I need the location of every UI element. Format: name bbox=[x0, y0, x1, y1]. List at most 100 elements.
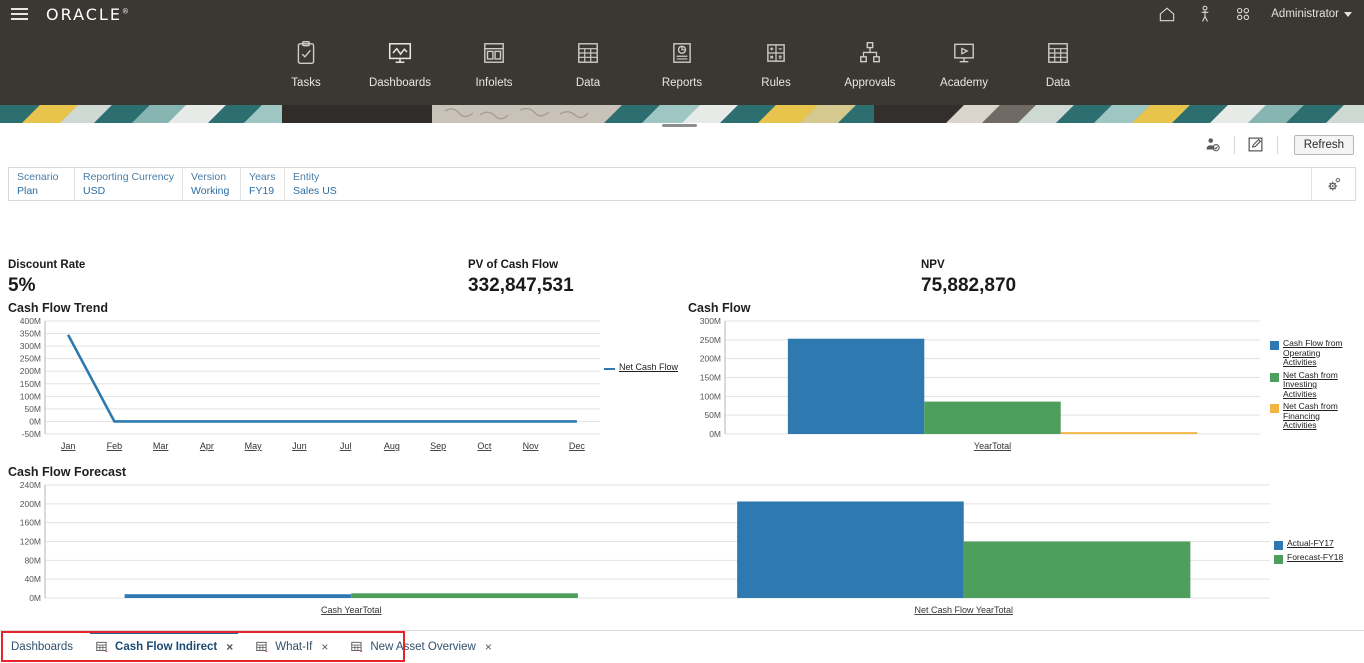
legend-label: Cash Flow from Operating Activities bbox=[1283, 338, 1343, 367]
user-settings-icon[interactable] bbox=[1200, 135, 1226, 155]
nav-item-infolets[interactable]: Infolets bbox=[447, 40, 541, 89]
banner-pattern bbox=[0, 105, 1364, 123]
legend-label: Forecast-FY18 bbox=[1287, 552, 1344, 562]
apps-grid-icon[interactable] bbox=[1233, 4, 1253, 24]
svg-text:50M: 50M bbox=[704, 410, 721, 420]
grid-table-icon bbox=[578, 43, 598, 63]
svg-text:300M: 300M bbox=[700, 316, 721, 326]
svg-text:120M: 120M bbox=[20, 537, 41, 547]
chart-plot-area: 300M 250M 200M 150M 100M 50M 0M YearTotal bbox=[688, 315, 1356, 460]
svg-text:Jul: Jul bbox=[340, 441, 352, 451]
report-document-icon bbox=[673, 43, 691, 63]
legend-item[interactable]: Net Cash from Investing Activities bbox=[1270, 369, 1345, 400]
nav-item-data-2[interactable]: Data bbox=[1011, 40, 1105, 89]
pov-member-value: Working bbox=[191, 184, 230, 197]
bottom-tab-bar: Dashboards Cash Flow Indirect × What-If … bbox=[0, 630, 1364, 663]
nav-item-reports[interactable]: Reports bbox=[635, 40, 729, 89]
svg-text:Jun: Jun bbox=[292, 441, 307, 451]
nav-item-data[interactable]: Data bbox=[541, 40, 635, 89]
cash-flow-forecast-svg: 240M 200M 160M 120M 80M 40M 0M Cash YearTotal Ne… bbox=[20, 480, 1270, 615]
nav-item-dashboards[interactable]: Dashboards bbox=[353, 40, 447, 89]
pov-member-value: Plan bbox=[17, 184, 39, 197]
clipboard-check-icon bbox=[297, 41, 315, 64]
tab-close-icon[interactable]: × bbox=[485, 640, 492, 654]
chart-plot-area: 240M 200M 160M 120M 80M 40M 0M Cash YearTotal Ne… bbox=[8, 479, 1356, 624]
legend-item[interactable]: Actual-FY17 bbox=[1274, 538, 1343, 550]
chart-cash-flow-forecast: Cash Flow Forecast 240M 200M 160M 120M 80M 40… bbox=[8, 465, 1356, 625]
home-icon[interactable] bbox=[1157, 4, 1177, 24]
refresh-button[interactable]: Refresh bbox=[1293, 134, 1354, 155]
tab-label: Cash Flow Indirect bbox=[115, 641, 218, 653]
hamburger-menu-icon[interactable] bbox=[0, 0, 38, 28]
legend-line-swatch bbox=[604, 368, 615, 370]
grid-form-icon bbox=[96, 641, 108, 652]
svg-text:Cash YearTotal: Cash YearTotal bbox=[321, 605, 382, 615]
panel-drag-handle[interactable] bbox=[662, 124, 697, 127]
pov-member-reporting-currency[interactable]: Reporting Currency USD bbox=[75, 168, 184, 200]
svg-text:250M: 250M bbox=[700, 335, 721, 345]
tab-close-icon[interactable]: × bbox=[321, 640, 328, 654]
tab-label: Dashboards bbox=[11, 641, 74, 653]
top-bar: ORACLE® Administrator bbox=[0, 0, 1364, 28]
cash-flow-trend-svg: 400M 350M 300M 250M 200M 150M 100M 50M 0M -50M Jan… bbox=[20, 316, 600, 451]
decorative-banner bbox=[0, 105, 1364, 123]
legend-label: Net Cash Flow bbox=[619, 362, 679, 372]
nav-item-approvals[interactable]: Approvals bbox=[823, 40, 917, 89]
grid-form-icon bbox=[256, 641, 269, 652]
main-navigation: Tasks Dashboards Infolets Data Reports R… bbox=[0, 28, 1364, 105]
pov-dimension-label: Scenario bbox=[17, 170, 59, 183]
nav-label: Reports bbox=[661, 77, 703, 89]
chevron-down-icon bbox=[1344, 11, 1352, 17]
svg-text:Aug: Aug bbox=[384, 441, 400, 451]
tab-new-asset-overview[interactable]: New Asset Overview × bbox=[339, 631, 502, 663]
svg-text:150M: 150M bbox=[700, 373, 721, 383]
legend-label: Net Cash from Investing Activities bbox=[1283, 369, 1338, 399]
gear-icon[interactable] bbox=[1311, 168, 1355, 200]
cash-flow-svg: 300M 250M 200M 150M 100M 50M 0M YearTotal bbox=[700, 316, 1260, 451]
pov-member-entity[interactable]: Entity Sales US bbox=[285, 168, 345, 200]
tab-close-icon[interactable]: × bbox=[226, 640, 233, 654]
svg-text:May: May bbox=[245, 441, 263, 451]
chart-title: Cash Flow bbox=[688, 301, 751, 315]
chart-plot-area: 400M 350M 300M 250M 200M 150M 100M 50M 0M -50M Jan… bbox=[8, 315, 680, 460]
pov-member-value: Sales US bbox=[293, 184, 337, 197]
calculator-icon bbox=[767, 44, 785, 62]
svg-text:240M: 240M bbox=[20, 480, 41, 490]
accessibility-icon[interactable] bbox=[1195, 4, 1215, 24]
legend-item[interactable]: Net Cash from Financing Activities bbox=[1270, 401, 1345, 431]
kpi-discount-rate: Discount Rate 5% bbox=[8, 259, 85, 297]
pov-dimension-label: Entity bbox=[293, 170, 320, 183]
pov-dimension-label: Reporting Currency bbox=[83, 170, 175, 183]
pov-member-scenario[interactable]: Scenario Plan bbox=[9, 168, 75, 200]
monitor-chart-icon bbox=[388, 43, 412, 63]
svg-text:100M: 100M bbox=[700, 391, 721, 401]
nav-item-rules[interactable]: Rules bbox=[729, 40, 823, 89]
legend-item[interactable]: Forecast-FY18 bbox=[1274, 552, 1344, 564]
pov-dimension-label: Years bbox=[249, 170, 276, 183]
legend-color-swatch bbox=[1270, 372, 1279, 382]
kpi-npv: NPV 75,882,870 bbox=[921, 259, 1016, 297]
toolbar-separator bbox=[1276, 135, 1278, 154]
nav-label: Rules bbox=[761, 77, 791, 89]
tab-dashboards[interactable]: Dashboards bbox=[0, 631, 84, 663]
tab-what-if[interactable]: What-If × bbox=[244, 631, 339, 663]
svg-text:0M: 0M bbox=[29, 416, 41, 426]
nav-label: Infolets bbox=[475, 77, 513, 89]
pov-spacer bbox=[345, 168, 1311, 200]
user-menu[interactable]: Administrator bbox=[1271, 8, 1352, 20]
pov-dimension-label: Version bbox=[191, 170, 227, 183]
edit-pencil-icon[interactable] bbox=[1243, 135, 1269, 155]
svg-text:400M: 400M bbox=[20, 316, 41, 326]
legend-item[interactable]: Cash Flow from Operating Activities bbox=[1270, 338, 1345, 368]
svg-text:40M: 40M bbox=[24, 574, 41, 584]
nav-item-academy[interactable]: Academy bbox=[917, 40, 1011, 89]
nav-label: Approvals bbox=[844, 77, 896, 89]
legend-item[interactable]: Net Cash Flow bbox=[604, 362, 679, 373]
svg-text:Nov: Nov bbox=[523, 441, 540, 451]
pov-member-version[interactable]: Version Working bbox=[183, 168, 242, 200]
nav-item-tasks[interactable]: Tasks bbox=[259, 40, 353, 89]
pov-member-years[interactable]: Years FY19 bbox=[241, 168, 286, 200]
top-bar-actions: Administrator bbox=[1157, 4, 1364, 24]
tab-cash-flow-indirect[interactable]: Cash Flow Indirect × bbox=[84, 631, 244, 663]
chart-title: Cash Flow Trend bbox=[8, 301, 109, 315]
